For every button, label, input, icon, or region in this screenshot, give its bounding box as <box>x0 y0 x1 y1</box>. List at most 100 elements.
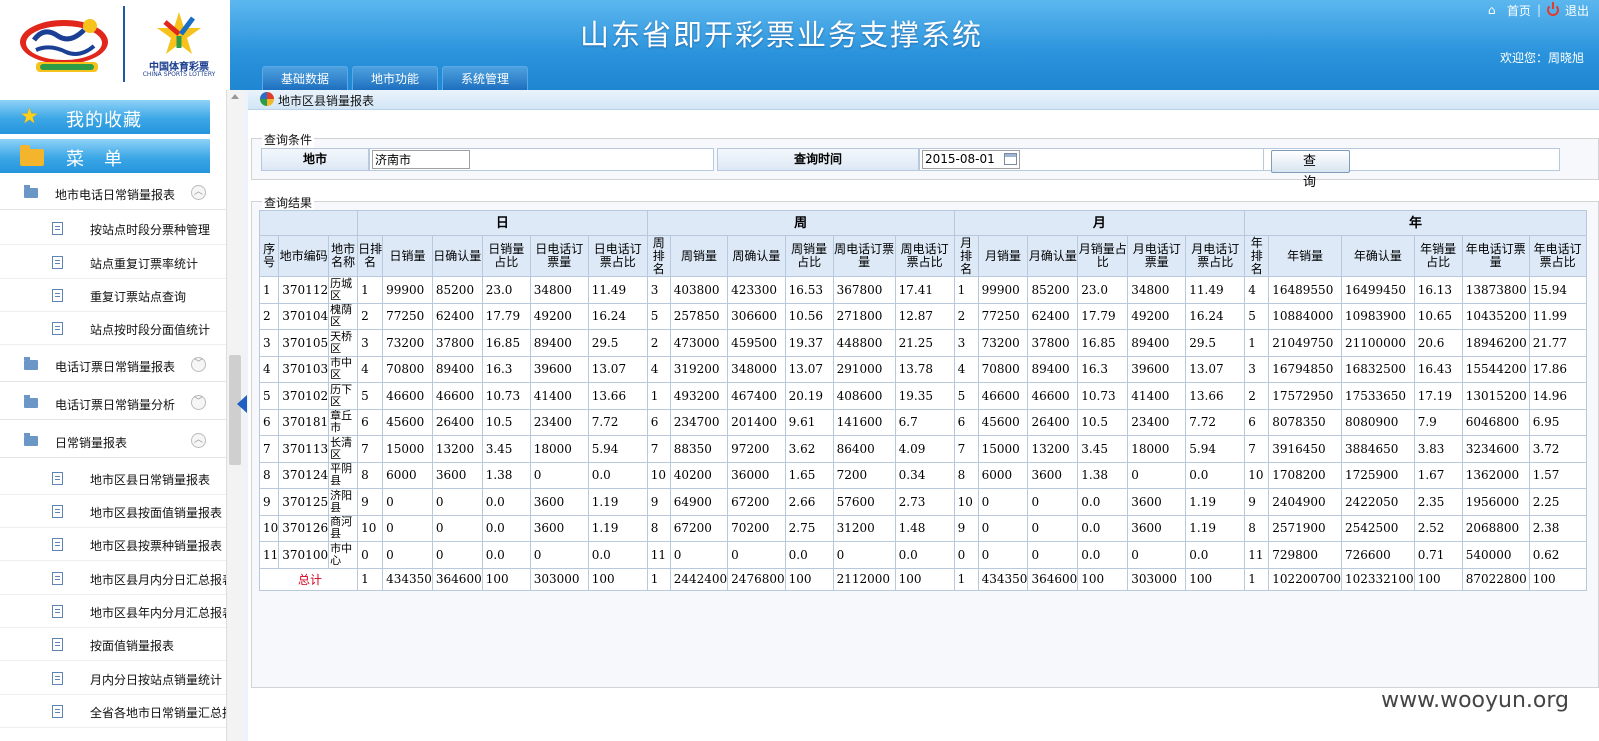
total-cell: 2476800 <box>727 567 786 591</box>
logout-link[interactable]: 退出 <box>1565 2 1589 19</box>
table-cell: 18946200 <box>1461 329 1530 357</box>
document-icon <box>52 572 63 585</box>
table-cell: 291000 <box>832 355 896 383</box>
table-cell: 8 <box>1244 514 1270 542</box>
column-header: 月电话订票占比 <box>1185 235 1246 277</box>
table-cell: 8080900 <box>1340 408 1415 436</box>
sidebar-item[interactable]: 全省各地市日常销量汇总报 <box>0 695 234 728</box>
table-cell: 370103 <box>278 355 330 383</box>
table-cell: 37800 <box>431 329 483 357</box>
table-cell: 86400 <box>832 435 896 463</box>
table-cell: 348000 <box>727 355 786 383</box>
total-cell: 87022800 <box>1461 567 1530 591</box>
table-cell: 1362000 <box>1461 461 1530 489</box>
table-cell: 89400 <box>1027 355 1079 383</box>
table-cell: 11.99 <box>1528 302 1587 330</box>
column-header: 周确认量 <box>727 235 786 277</box>
table-cell: 13.07 <box>784 355 834 383</box>
sidebar-item[interactable]: 按面值销量报表 <box>0 628 226 661</box>
table-cell: 64900 <box>669 488 729 516</box>
sidebar-item[interactable]: 地市区县年内分月汇总报表 <box>0 595 234 628</box>
nav-tab-system-management[interactable]: 系统管理 <box>442 66 528 90</box>
table-cell: 3600 <box>431 461 483 489</box>
sidebar-group-city-phone-daily[interactable]: 地市电话日常销量报表 ︿ <box>0 176 226 210</box>
table-cell: 0.34 <box>894 461 955 489</box>
table-cell: 0.0 <box>587 541 648 569</box>
date-input[interactable]: 2015-08-01 <box>922 150 1020 169</box>
table-cell: 13.66 <box>1185 382 1246 410</box>
chevron-up-icon[interactable]: ︿ <box>191 433 206 448</box>
table-cell: 1.57 <box>1528 461 1587 489</box>
table-cell: 370104 <box>278 302 330 330</box>
city-name-cell: 天桥区 <box>328 329 359 357</box>
nav-tab-city-functions[interactable]: 地市功能 <box>352 66 438 90</box>
table-cell: 4 <box>1244 276 1270 304</box>
table-cell: 9.61 <box>784 408 834 436</box>
sidebar-collapse-handle[interactable] <box>237 395 247 413</box>
calendar-icon[interactable] <box>1004 153 1017 165</box>
table-cell: 0 <box>382 541 433 569</box>
table-cell: 0.0 <box>587 461 648 489</box>
sidebar-item[interactable]: 地市区县日常销量报表 <box>0 462 226 495</box>
table-cell: 0 <box>357 541 384 569</box>
sidebar-group-daily-sales[interactable]: 日常销量报表 ︿ <box>0 424 226 458</box>
chevron-down-icon[interactable]: ﹀ <box>191 395 206 410</box>
table-cell: 1 <box>953 276 979 304</box>
sidebar-item[interactable]: 地市区县按票种销量报表 <box>0 528 226 561</box>
power-icon[interactable] <box>1546 2 1559 16</box>
home-link[interactable]: 首页 <box>1507 2 1531 19</box>
menu-header[interactable]: 菜 单 <box>0 139 210 173</box>
scroll-up-arrow-icon[interactable] <box>231 94 239 99</box>
table-cell: 306600 <box>727 302 786 330</box>
column-header: 月排名 <box>953 235 979 277</box>
sidebar-item[interactable]: 站点按时段分面值统计 <box>0 312 226 345</box>
table-cell: 3600 <box>1127 514 1187 542</box>
table-cell: 40200 <box>669 461 729 489</box>
sidebar-item[interactable]: 地市区县月内分日汇总报表 <box>0 562 234 595</box>
sidebar-group-phone-daily-report[interactable]: 电话订票日常销量报表 ﹀ <box>0 348 226 382</box>
table-cell: 11 <box>258 541 280 569</box>
table-cell: 67200 <box>727 488 786 516</box>
table-cell: 2 <box>953 302 979 330</box>
table-row: 7 370113 长清区 7 15000 13200 3.45 18000 5.94 7 88350… <box>258 435 1587 463</box>
table-cell: 17533650 <box>1340 382 1415 410</box>
table-cell: 370113 <box>278 435 330 463</box>
table-cell: 7200 <box>832 461 896 489</box>
table-cell: 7 <box>357 435 384 463</box>
sidebar-scrollbar[interactable] <box>226 90 243 741</box>
home-icon[interactable]: ⌂ <box>1488 4 1501 16</box>
table-cell: 6.7 <box>894 408 955 436</box>
city-input[interactable] <box>372 150 470 169</box>
table-cell: 19.35 <box>894 382 955 410</box>
table-cell: 13873800 <box>1461 276 1530 304</box>
header-blank <box>258 210 359 236</box>
sidebar-item[interactable]: 地市区县按面值销量报表 <box>0 495 226 528</box>
sidebar-group-phone-daily-analysis[interactable]: 电话订票日常销量分析 ﹀ <box>0 386 226 420</box>
query-button[interactable]: 查询 <box>1271 150 1350 190</box>
table-cell: 367800 <box>832 276 896 304</box>
sidebar-item[interactable]: 重复订票站点查询 <box>0 279 226 312</box>
folder-icon <box>20 145 44 166</box>
table-cell: 2 <box>646 329 671 357</box>
table-cell: 77250 <box>382 302 433 330</box>
total-cell: 102332100 <box>1340 567 1415 591</box>
favorites-header[interactable]: ★ 我的收藏 <box>0 100 210 134</box>
table-cell: 49200 <box>1127 302 1187 330</box>
column-header: 年排名 <box>1244 235 1270 277</box>
table-cell: 39600 <box>1127 355 1187 383</box>
table-cell: 370125 <box>278 488 330 516</box>
sidebar-item[interactable]: 月内分日按站点销量统计 <box>0 662 226 695</box>
table-cell: 5 <box>357 382 384 410</box>
sidebar-item[interactable]: 站点重复订票率统计 <box>0 246 226 279</box>
column-header: 月销量 <box>977 235 1029 277</box>
chevron-down-icon[interactable]: ﹀ <box>191 357 206 372</box>
nav-tab-basic-data[interactable]: 基础数据 <box>262 66 348 90</box>
table-cell: 89400 <box>1127 329 1187 357</box>
total-cell: 364600 <box>1027 567 1079 591</box>
chevron-up-icon[interactable]: ︿ <box>191 185 206 200</box>
sidebar-item[interactable]: 按站点时段分票种管理 <box>0 212 226 245</box>
total-cell: 100 <box>1185 567 1246 591</box>
table-cell: 4 <box>357 355 384 383</box>
table-cell: 3 <box>357 329 384 357</box>
table-cell: 3.83 <box>1413 435 1463 463</box>
